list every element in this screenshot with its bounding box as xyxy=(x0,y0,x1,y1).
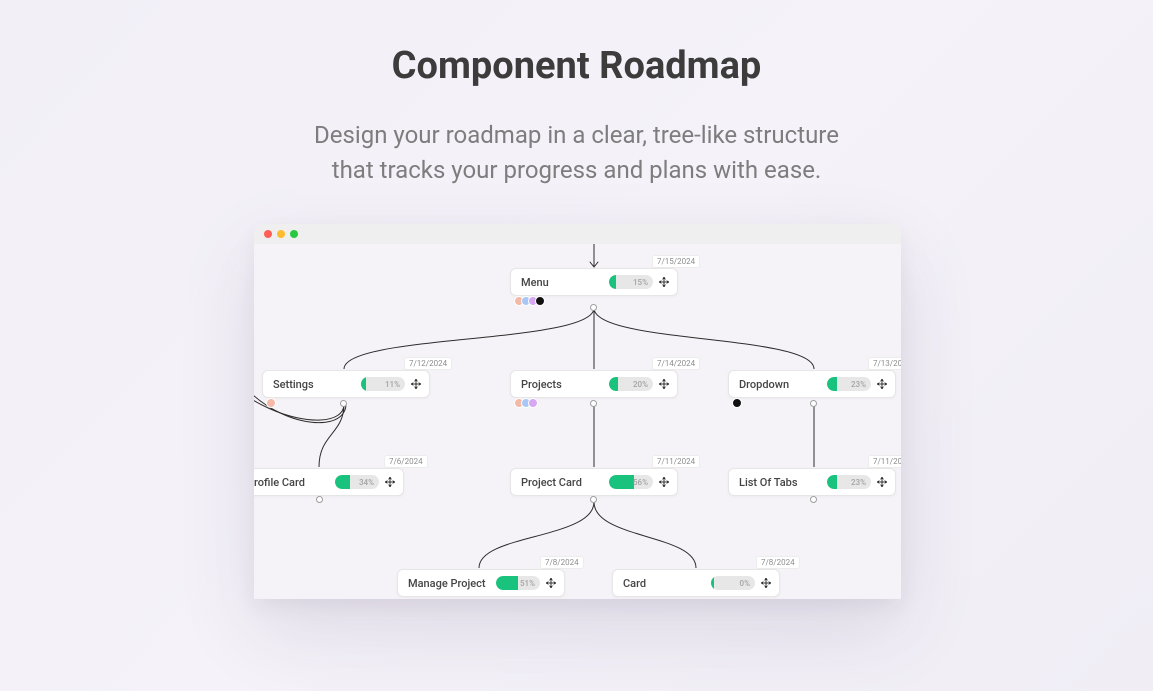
move-icon[interactable] xyxy=(546,578,556,588)
connection-port[interactable] xyxy=(340,400,347,407)
connector-lines xyxy=(254,244,901,599)
date-badge: 7/13/2024 xyxy=(868,357,901,370)
move-icon[interactable] xyxy=(877,379,887,389)
date-badge: 7/8/2024 xyxy=(756,556,800,569)
node-label: Project Card xyxy=(521,476,609,489)
node-label: Settings xyxy=(273,378,361,391)
progress-bar: 51% xyxy=(496,576,540,590)
date-badge: 7/11/2024 xyxy=(868,455,901,468)
progress-bar: 23% xyxy=(827,377,871,391)
window-titlebar xyxy=(254,224,901,244)
node-label: Menu xyxy=(521,276,609,289)
avatar[interactable] xyxy=(732,398,742,408)
progress-percent: 51% xyxy=(496,576,540,590)
app-window: 7/15/2024 Menu 15% 7/12/2024 Settings 11… xyxy=(254,224,901,599)
traffic-light-close-icon[interactable] xyxy=(264,230,272,238)
avatar-group[interactable] xyxy=(266,398,276,408)
progress-bar: 15% xyxy=(609,275,653,289)
move-icon[interactable] xyxy=(385,477,395,487)
node-label: Manage Project xyxy=(408,577,496,590)
roadmap-canvas[interactable]: 7/15/2024 Menu 15% 7/12/2024 Settings 11… xyxy=(254,244,901,599)
progress-bar: 0% xyxy=(711,576,755,590)
node-list-of-tabs[interactable]: List Of Tabs 23% xyxy=(728,468,896,496)
node-manage-project[interactable]: Manage Project 51% xyxy=(397,569,565,597)
date-badge: 7/15/2024 xyxy=(652,255,700,268)
progress-percent: 23% xyxy=(827,377,871,391)
move-icon[interactable] xyxy=(659,477,669,487)
progress-percent: 56% xyxy=(609,475,653,489)
node-profile-card[interactable]: Profile Card 34% xyxy=(254,468,404,496)
node-label: Dropdown xyxy=(739,378,827,391)
node-menu[interactable]: Menu 15% xyxy=(510,268,678,296)
date-badge: 7/12/2024 xyxy=(404,357,452,370)
move-icon[interactable] xyxy=(761,578,771,588)
connection-port[interactable] xyxy=(590,400,597,407)
avatar[interactable] xyxy=(266,398,276,408)
node-projects[interactable]: Projects 20% xyxy=(510,370,678,398)
node-settings[interactable]: Settings 11% xyxy=(262,370,430,398)
move-icon[interactable] xyxy=(659,379,669,389)
progress-percent: 11% xyxy=(361,377,405,391)
date-badge: 7/8/2024 xyxy=(540,556,584,569)
progress-bar: 56% xyxy=(609,475,653,489)
avatar-group[interactable] xyxy=(514,398,538,408)
connection-port[interactable] xyxy=(810,496,817,503)
progress-bar: 20% xyxy=(609,377,653,391)
node-label: Projects xyxy=(521,378,609,391)
move-icon[interactable] xyxy=(877,477,887,487)
progress-bar: 11% xyxy=(361,377,405,391)
move-icon[interactable] xyxy=(659,277,669,287)
page-title: Component Roadmap xyxy=(0,0,1153,88)
progress-percent: 20% xyxy=(609,377,653,391)
avatar[interactable] xyxy=(535,296,545,306)
progress-percent: 0% xyxy=(711,576,755,590)
date-badge: 7/14/2024 xyxy=(652,357,700,370)
date-badge: 7/11/2024 xyxy=(652,455,700,468)
date-badge: 7/6/2024 xyxy=(384,455,428,468)
progress-bar: 34% xyxy=(335,475,379,489)
node-dropdown[interactable]: Dropdown 23% xyxy=(728,370,896,398)
node-label: List Of Tabs xyxy=(739,476,827,489)
avatar-group[interactable] xyxy=(732,398,742,408)
progress-percent: 34% xyxy=(335,475,379,489)
node-label: Card xyxy=(623,577,711,590)
connection-port[interactable] xyxy=(316,496,323,503)
node-project-card[interactable]: Project Card 56% xyxy=(510,468,678,496)
progress-percent: 15% xyxy=(609,275,653,289)
connection-port[interactable] xyxy=(590,304,597,311)
node-label: Profile Card xyxy=(254,476,335,489)
progress-bar: 23% xyxy=(827,475,871,489)
move-icon[interactable] xyxy=(411,379,421,389)
page-subtitle: Design your roadmap in a clear, tree-lik… xyxy=(0,118,1153,188)
node-card[interactable]: Card 0% xyxy=(612,569,780,597)
progress-percent: 23% xyxy=(827,475,871,489)
connection-port[interactable] xyxy=(590,496,597,503)
traffic-light-minimize-icon[interactable] xyxy=(277,230,285,238)
subtitle-line-1: Design your roadmap in a clear, tree-lik… xyxy=(314,121,839,149)
connection-port[interactable] xyxy=(810,400,817,407)
avatar[interactable] xyxy=(528,398,538,408)
traffic-light-zoom-icon[interactable] xyxy=(290,230,298,238)
subtitle-line-2: that tracks your progress and plans with… xyxy=(332,156,822,184)
avatar-group[interactable] xyxy=(514,296,545,306)
